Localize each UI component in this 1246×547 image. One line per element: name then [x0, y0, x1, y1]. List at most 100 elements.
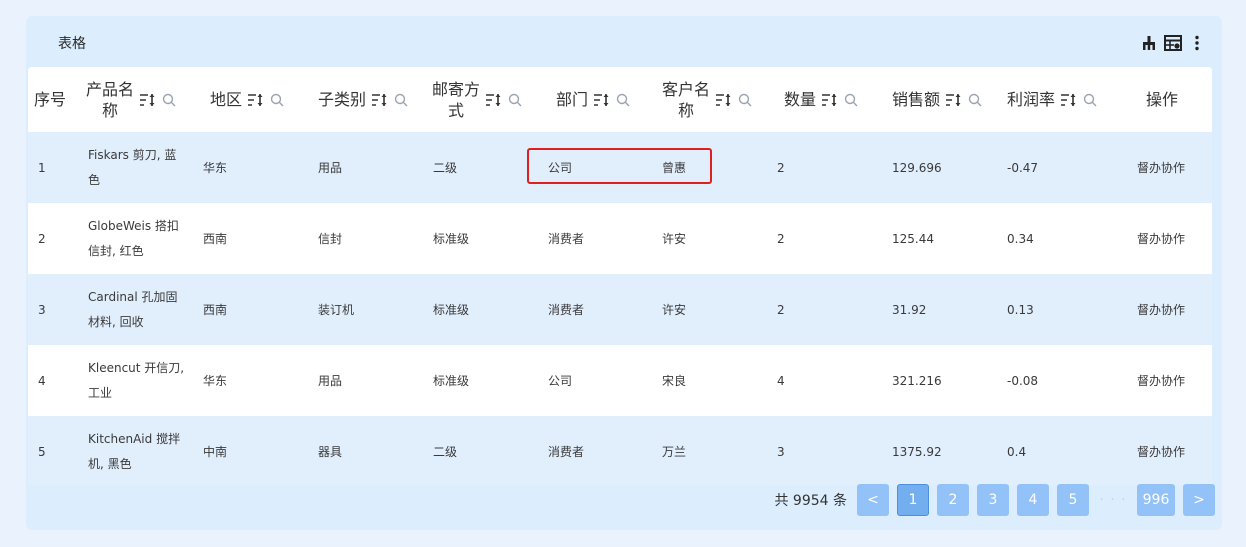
prev-page-button[interactable]: < — [857, 484, 889, 516]
cell-subcategory: 用品 — [318, 161, 343, 175]
sort-icon[interactable] — [247, 93, 265, 107]
table-row[interactable]: 4 Kleencut 开信刀, 工业 华东 用品 标准级 公司 宋良 4 321.… — [28, 345, 1212, 416]
page-ellipsis[interactable]: · · · — [1097, 492, 1129, 508]
cell-customer: 许安 — [662, 232, 687, 246]
search-icon[interactable] — [270, 93, 284, 107]
cell-profit-rate: 0.34 — [1007, 231, 1034, 246]
cell-index: 5 — [38, 444, 46, 459]
column-header-region: 地区 — [210, 67, 310, 132]
cell-region: 中南 — [203, 445, 228, 459]
cell-quantity: 4 — [777, 373, 785, 388]
page-button-5[interactable]: 5 — [1057, 484, 1089, 516]
cell-profit-rate: -0.47 — [1007, 160, 1039, 175]
cell-region: 西南 — [203, 303, 228, 317]
page-button-3[interactable]: 3 — [977, 484, 1009, 516]
cell-subcategory: 装订机 — [318, 303, 355, 317]
cell-product: Cardinal 孔加固 材料, 回收 — [88, 289, 178, 329]
sort-icon[interactable] — [485, 93, 503, 107]
action-link[interactable]: 督办协作 — [1137, 345, 1185, 416]
cell-quantity: 2 — [777, 231, 785, 246]
broom-icon[interactable] — [1140, 34, 1158, 52]
cell-department: 公司 — [548, 161, 573, 175]
cell-product: Fiskars 剪刀, 蓝色 — [88, 147, 177, 187]
search-icon[interactable] — [1083, 93, 1097, 107]
cell-index: 1 — [38, 160, 46, 175]
sort-icon[interactable] — [821, 93, 839, 107]
cell-shipping: 标准级 — [433, 303, 470, 317]
cell-subcategory: 器具 — [318, 445, 343, 459]
sort-icon[interactable] — [945, 93, 963, 107]
cell-quantity: 2 — [777, 302, 785, 317]
table-row[interactable]: 5 KitchenAid 搅拌 机, 黑色 中南 器具 二级 消费者 万兰 3 1… — [28, 416, 1212, 485]
action-link[interactable]: 督办协作 — [1137, 274, 1185, 345]
column-header-shipping: 邮寄方 式 — [432, 67, 542, 132]
search-icon[interactable] — [394, 93, 408, 107]
cell-sales: 129.696 — [892, 160, 942, 175]
table-header: 序号 产品名 称 地区 子类别 邮寄方 式 部门 客户名 称 数量 销售额 利润… — [28, 67, 1212, 132]
cell-region: 华东 — [203, 161, 228, 175]
cell-quantity: 2 — [777, 160, 785, 175]
column-header-action: 操作 — [1146, 90, 1179, 109]
cell-profit-rate: -0.08 — [1007, 373, 1039, 388]
page-button-last[interactable]: 996 — [1137, 484, 1175, 516]
sort-icon[interactable] — [593, 93, 611, 107]
cell-shipping: 标准级 — [433, 232, 470, 246]
cell-index: 4 — [38, 373, 46, 388]
action-link[interactable]: 督办协作 — [1137, 132, 1185, 203]
cell-product: KitchenAid 搅拌 机, 黑色 — [88, 431, 181, 471]
table-card: 表格 序号 产品名 称 地区 子类别 邮寄方 式 部门 客户名 称 数量 销售额… — [26, 16, 1222, 530]
cell-customer: 许安 — [662, 303, 687, 317]
search-icon[interactable] — [844, 93, 858, 107]
column-header-sales: 销售额 — [892, 67, 1002, 132]
column-header-profit-rate: 利润率 — [1007, 67, 1117, 132]
cell-region: 西南 — [203, 232, 228, 246]
next-page-button[interactable]: > — [1183, 484, 1215, 516]
search-icon[interactable] — [738, 93, 752, 107]
column-header-quantity: 数量 — [784, 67, 884, 132]
cell-customer: 万兰 — [662, 445, 687, 459]
column-header-subcategory: 子类别 — [318, 67, 428, 132]
cell-product: Kleencut 开信刀, 工业 — [88, 360, 185, 400]
cell-product: GlobeWeis 搭扣 信封, 红色 — [88, 218, 179, 258]
sort-icon[interactable] — [715, 93, 733, 107]
table-row[interactable]: 3 Cardinal 孔加固 材料, 回收 西南 装订机 标准级 消费者 许安 2… — [28, 274, 1212, 345]
page-title: 表格 — [58, 36, 86, 52]
cell-subcategory: 信封 — [318, 232, 343, 246]
sort-icon[interactable] — [139, 93, 157, 107]
sort-icon[interactable] — [1060, 93, 1078, 107]
table-settings-icon[interactable] — [1164, 34, 1182, 52]
pagination: 共 9954 条 < 1 2 3 4 5 · · · 996 > — [774, 484, 1215, 516]
page-button-1[interactable]: 1 — [897, 484, 929, 516]
cell-sales: 321.216 — [892, 373, 942, 388]
search-icon[interactable] — [162, 93, 176, 107]
sort-icon[interactable] — [371, 93, 389, 107]
cell-subcategory: 用品 — [318, 374, 343, 388]
column-header-department: 部门 — [556, 67, 656, 132]
cell-profit-rate: 0.13 — [1007, 302, 1034, 317]
more-vertical-icon[interactable] — [1188, 34, 1206, 52]
cell-index: 2 — [38, 231, 46, 246]
cell-region: 华东 — [203, 374, 228, 388]
cell-sales: 31.92 — [892, 302, 927, 317]
cell-shipping: 标准级 — [433, 374, 470, 388]
cell-sales: 125.44 — [892, 231, 934, 246]
cell-customer: 曾惠 — [662, 161, 687, 175]
cell-department: 消费者 — [548, 303, 585, 317]
table-toolbar — [1140, 34, 1206, 52]
cell-profit-rate: 0.4 — [1007, 444, 1027, 459]
data-table: 序号 产品名 称 地区 子类别 邮寄方 式 部门 客户名 称 数量 销售额 利润… — [28, 67, 1212, 485]
table-row[interactable]: 2 GlobeWeis 搭扣 信封, 红色 西南 信封 标准级 消费者 许安 2 … — [28, 203, 1212, 274]
column-header-customer: 客户名 称 — [662, 67, 772, 132]
table-row[interactable]: 1 Fiskars 剪刀, 蓝色 华东 用品 二级 公司 曾惠 2 129.69… — [28, 132, 1212, 203]
search-icon[interactable] — [616, 93, 630, 107]
action-link[interactable]: 督办协作 — [1137, 416, 1185, 485]
cell-index: 3 — [38, 302, 46, 317]
column-header-product: 产品名 称 — [86, 67, 196, 132]
cell-sales: 1375.92 — [892, 444, 942, 459]
cell-department: 消费者 — [548, 445, 585, 459]
search-icon[interactable] — [508, 93, 522, 107]
page-button-2[interactable]: 2 — [937, 484, 969, 516]
search-icon[interactable] — [968, 93, 982, 107]
page-button-4[interactable]: 4 — [1017, 484, 1049, 516]
action-link[interactable]: 督办协作 — [1137, 203, 1185, 274]
